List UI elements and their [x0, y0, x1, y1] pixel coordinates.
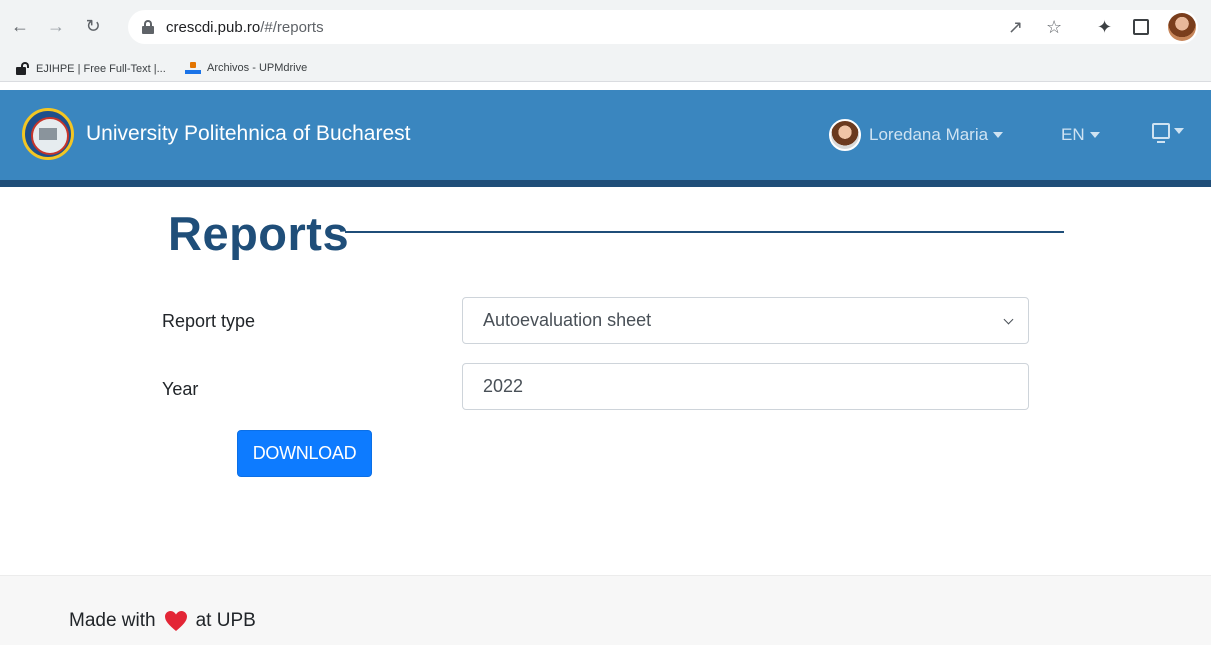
footer-made-with: Made with: [69, 610, 156, 631]
drive-icon: [185, 62, 201, 74]
profile-avatar[interactable]: [1168, 13, 1196, 41]
page-title: Reports: [168, 207, 350, 260]
footer-at-upb: at UPB: [195, 610, 256, 631]
bookmarks-bar: EJIHPE | Free Full-Text |... Archivos - …: [0, 58, 1211, 82]
heart-icon: [164, 611, 187, 631]
bookmark-label: EJIHPE | Free Full-Text |...: [36, 62, 166, 75]
download-button[interactable]: DOWNLOAD: [237, 430, 372, 477]
bookmark-upmdrive[interactable]: Archivos - UPMdrive: [185, 62, 307, 74]
display-menu-dropdown[interactable]: [1152, 123, 1184, 143]
star-icon[interactable]: ☆: [1046, 17, 1062, 37]
navbar-divider: [0, 180, 1211, 187]
caret-down-icon: [993, 132, 1004, 138]
title-divider: [345, 231, 1064, 233]
year-input[interactable]: 2022: [462, 363, 1029, 410]
language-code: EN: [1061, 125, 1085, 144]
back-arrow-icon[interactable]: ←: [8, 14, 32, 38]
url-text[interactable]: crescdi.pub.ro/#/reports: [166, 19, 324, 36]
reload-icon[interactable]: ↻: [81, 14, 105, 38]
url-path: /#/reports: [260, 18, 324, 36]
bookmark-ejihpe[interactable]: EJIHPE | Free Full-Text |...: [16, 62, 166, 75]
side-panel-icon[interactable]: [1133, 19, 1149, 35]
share-icon[interactable]: ↗: [1008, 17, 1023, 37]
report-type-select[interactable]: Autoevaluation sheet: [462, 297, 1029, 344]
report-type-label: Report type: [162, 311, 256, 331]
user-menu-dropdown[interactable]: Loredana Maria: [869, 125, 1004, 145]
user-avatar[interactable]: [829, 119, 861, 151]
language-dropdown[interactable]: EN: [1061, 125, 1100, 145]
unlocked-icon: [16, 62, 30, 75]
user-name: Loredana Maria: [869, 125, 989, 144]
brand-name[interactable]: University Politehnica of Bucharest: [86, 122, 411, 146]
report-type-value: Autoevaluation sheet: [483, 310, 652, 330]
extensions-icon[interactable]: ✦: [1097, 17, 1112, 37]
footer-text: Made with at UPB: [69, 610, 256, 632]
university-logo-icon[interactable]: [22, 108, 74, 160]
lock-icon[interactable]: [142, 20, 154, 34]
caret-down-icon: [1174, 128, 1184, 134]
chevron-down-icon: [1003, 314, 1014, 325]
forward-arrow-icon[interactable]: →: [44, 14, 68, 38]
year-value: 2022: [483, 376, 524, 396]
url-host: crescdi.pub.ro: [166, 18, 261, 36]
browser-toolbar: ← → ↻ crescdi.pub.ro/#/reports ↗ ☆ ✦: [0, 0, 1211, 58]
year-label: Year: [162, 379, 199, 399]
bookmark-label: Archivos - UPMdrive: [207, 62, 308, 74]
address-bar[interactable]: crescdi.pub.ro/#/reports: [128, 10, 1198, 44]
caret-down-icon: [1089, 132, 1100, 138]
monitor-icon: [1152, 123, 1170, 143]
